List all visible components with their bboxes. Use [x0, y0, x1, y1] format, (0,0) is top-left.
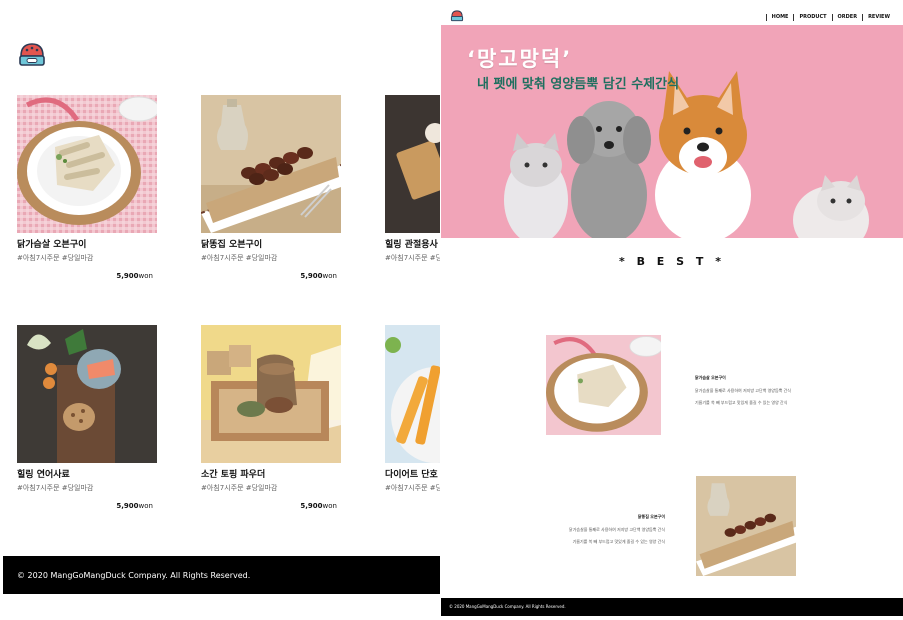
price-unit: won: [322, 272, 337, 280]
product-card[interactable]: 닭가슴살 오븐구이 #아침7시주문 #당일마감 5,900won: [17, 95, 157, 280]
home-page: HOME PRODUCT ORDER REVIEW ‘망고망덕’ 내 펫에 맞춰…: [441, 0, 903, 620]
product-card[interactable]: 소간 토핑 파우더 #아침7시주문 #당일마감 5,900won: [201, 325, 341, 510]
brand-logo-icon[interactable]: [449, 8, 465, 22]
product-price: 5,900won: [201, 502, 341, 510]
footer-copyright: © 2020 MangGoMangDuck Company. All Right…: [3, 556, 440, 594]
product-tags: #아침7시주문 #당일마감: [17, 484, 94, 492]
chicken-breast-product-image[interactable]: [17, 95, 157, 233]
top-navigation: HOME PRODUCT ORDER REVIEW: [765, 14, 895, 21]
best-item-line: 닭가슴살을 통째로 사용하여 저지방 고단백 영양듬뿍 간식: [569, 527, 665, 533]
product-card[interactable]: 힐링 관절용사 #아침7시주문 #당: [385, 95, 440, 263]
best-item-title[interactable]: 닭가슴살 오븐구이: [695, 375, 791, 380]
price-value: 5,900: [300, 502, 323, 510]
best-item-description: 닭똥집 오븐구이 닭가슴살을 통째로 사용하여 저지방 고단백 영양듬뿍 간식 …: [565, 514, 665, 552]
best-item-line: 닭가슴살을 통째로 사용하여 저지방 고단백 영양듬뿍 간식: [695, 388, 791, 394]
product-price: 5,900won: [17, 502, 157, 510]
nav-order[interactable]: ORDER: [831, 14, 863, 21]
hero-banner: ‘망고망덕’ 내 펫에 맞춰 영양듬뿍 담긴 수제간식: [441, 25, 903, 238]
chicken-gizzard-product-image[interactable]: [201, 95, 341, 233]
price-value: 5,900: [116, 272, 139, 280]
best-item-line: 기름기를 쏙 빼 부드럽고 맛있게 즐길 수 있는 영양 간식: [695, 400, 788, 406]
product-tags: #아침7시주문 #당: [385, 484, 440, 492]
best-item-image[interactable]: [696, 476, 796, 576]
price-unit: won: [322, 502, 337, 510]
nav-product[interactable]: PRODUCT: [793, 14, 831, 21]
best-item-image[interactable]: [546, 335, 661, 435]
product-name[interactable]: 힐링 연어사료: [17, 467, 157, 480]
product-name[interactable]: 소간 토핑 파우더: [201, 467, 341, 480]
screenshot-collage: 닭가슴살 오븐구이 #아침7시주문 #당일마감 5,900won 닭똥집 오븐구…: [0, 0, 903, 620]
product-tags: #아침7시주문 #당일마감: [17, 254, 94, 262]
product-tags: #아침7시주문 #당일마감: [201, 254, 278, 262]
product-card[interactable]: 닭똥집 오븐구이 #아침7시주문 #당일마감 5,900won: [201, 95, 341, 280]
price-value: 5,900: [116, 502, 139, 510]
best-item-line: 기름기를 쏙 빼 부드럽고 맛있게 즐길 수 있는 영양 간식: [572, 539, 665, 545]
product-card[interactable]: 힐링 연어사료 #아침7시주문 #당일마감 5,900won: [17, 325, 157, 510]
product-name[interactable]: 다이어트 단호: [385, 467, 440, 480]
best-section-title: * B E S T *: [619, 255, 725, 268]
product-price: 5,900won: [17, 272, 157, 280]
joint-care-product-image[interactable]: [385, 95, 440, 233]
price-unit: won: [138, 272, 153, 280]
product-name[interactable]: 닭똥집 오븐구이: [201, 237, 341, 250]
product-name[interactable]: 힐링 관절용사: [385, 237, 440, 250]
pumpkin-diet-product-image[interactable]: [385, 325, 440, 463]
salmon-food-product-image[interactable]: [17, 325, 157, 463]
brand-logo-icon[interactable]: [16, 40, 48, 70]
nav-home[interactable]: HOME: [765, 14, 794, 21]
best-item-title[interactable]: 닭똥집 오븐구이: [565, 514, 665, 519]
product-list-page: 닭가슴살 오븐구이 #아침7시주문 #당일마감 5,900won 닭똥집 오븐구…: [0, 0, 440, 620]
price-unit: won: [138, 502, 153, 510]
product-tags: #아침7시주문 #당일마감: [201, 484, 278, 492]
price-value: 5,900: [300, 272, 323, 280]
hero-subtitle: 내 펫에 맞춰 영양듬뿍 담긴 수제간식: [477, 77, 680, 92]
product-price: 5,900won: [201, 272, 341, 280]
hero-title: ‘망고망덕’: [467, 47, 573, 71]
nav-review[interactable]: REVIEW: [862, 14, 895, 21]
footer-copyright: © 2020 MangGoMangDuck Company. All Right…: [441, 598, 903, 616]
liver-powder-product-image[interactable]: [201, 325, 341, 463]
product-tags: #아침7시주문 #당: [385, 254, 440, 262]
product-name[interactable]: 닭가슴살 오븐구이: [17, 237, 157, 250]
product-card[interactable]: 다이어트 단호 #아침7시주문 #당: [385, 325, 440, 493]
best-item-description: 닭가슴살 오븐구이 닭가슴살을 통째로 사용하여 저지방 고단백 영양듬뿍 간식…: [695, 375, 791, 413]
